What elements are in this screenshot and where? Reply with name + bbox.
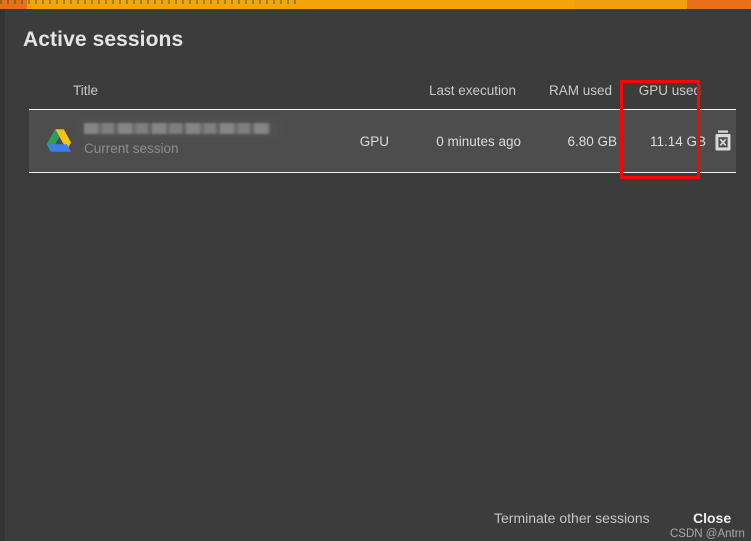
session-subtitle: Current session [84,141,179,156]
cell-gpu-used: 11.14 GB [649,134,706,149]
column-header-last-execution: Last execution [428,83,516,98]
top-strip-artifact [0,0,300,4]
google-drive-icon [46,129,72,152]
terminate-session-button[interactable] [712,129,734,153]
close-button[interactable]: Close [693,510,731,526]
column-header-gpu-used: GPU used [638,83,701,98]
screenshot-root: Active sessions Title Last execution RAM… [0,0,751,541]
session-title-redacted [84,123,270,134]
page-title: Active sessions [23,28,184,51]
table-divider-bottom [29,172,736,173]
top-accent-strip-fill-secondary [575,0,687,9]
cell-runtime-type: GPU [359,134,389,149]
column-header-title: Title [73,83,99,98]
watermark: CSDN @Antrn [670,528,745,540]
sessions-table: Title Last execution RAM used GPU used C… [24,75,736,173]
cell-ram-used: 6.80 GB [567,134,617,149]
terminate-other-sessions-button[interactable]: Terminate other sessions [494,510,650,526]
table-header-row: Title Last execution RAM used GPU used [24,75,736,109]
active-sessions-dialog: Active sessions Title Last execution RAM… [5,9,751,541]
cell-last-execution: 0 minutes ago [436,134,521,149]
table-row[interactable]: Current session GPU 0 minutes ago 6.80 G… [29,110,736,172]
top-accent-strip [0,0,751,9]
trash-delete-icon [715,130,731,151]
column-header-ram-used: RAM used [548,83,612,98]
